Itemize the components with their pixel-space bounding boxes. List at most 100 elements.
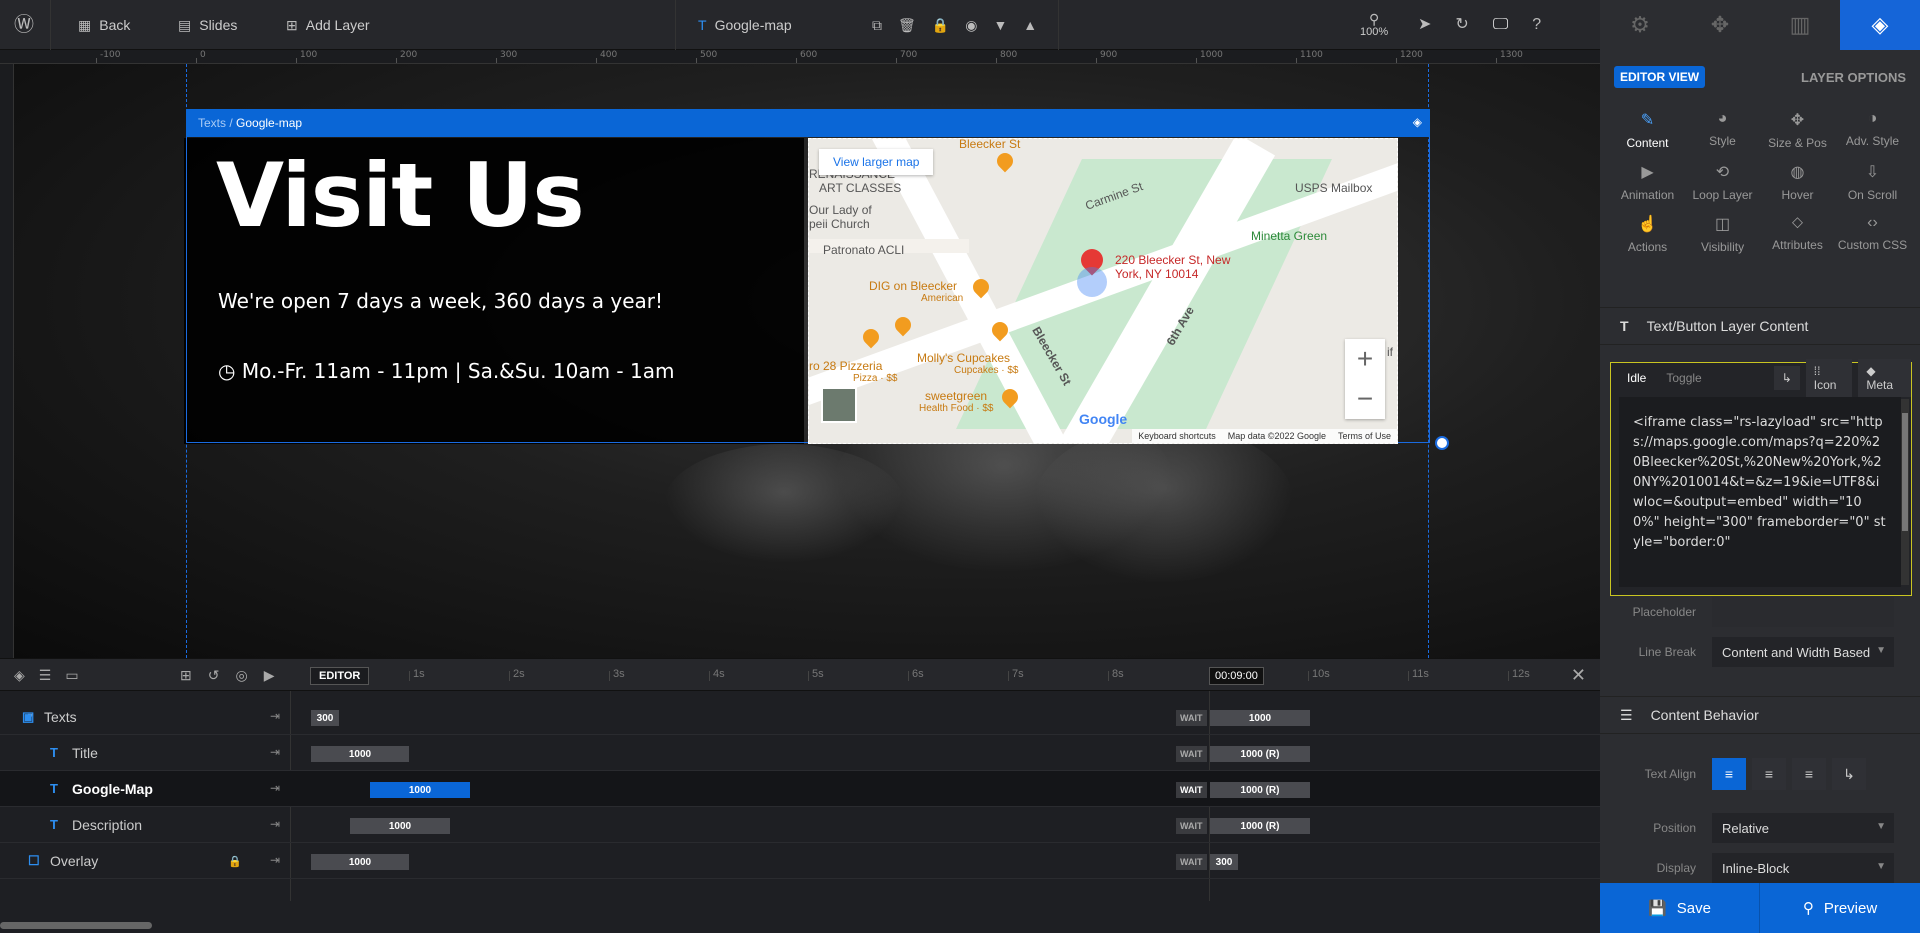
timeline-row[interactable]: T Title ⇥ 1000 WAIT 1000 (R) xyxy=(0,735,1600,771)
zoom-control[interactable]: ⚲ 100% xyxy=(1360,0,1388,50)
layer-content-textarea[interactable]: <iframe class="rs-lazyload" src="https:/… xyxy=(1619,397,1901,587)
zoom-in-button[interactable]: + xyxy=(1345,339,1385,379)
wait-value[interactable]: 1000 (R) xyxy=(1210,818,1310,834)
timeline-row[interactable]: T Google-Map ⇥ 1000 WAIT 1000 (R) xyxy=(0,771,1600,807)
satellite-toggle[interactable] xyxy=(821,387,857,423)
slide-options-icon[interactable]: ▥ xyxy=(1760,0,1840,50)
google-map-layer[interactable]: Bleecker St RENAISSANCE ART CLASSES Our … xyxy=(808,138,1398,444)
zoom-out-button[interactable]: − xyxy=(1345,379,1385,419)
editor-view-badge[interactable]: EDITOR VIEW xyxy=(1614,66,1706,88)
modules-icon[interactable]: ✥ xyxy=(1680,0,1760,50)
meta-button[interactable]: ◆ Meta xyxy=(1858,359,1911,397)
option-hover[interactable]: ◍ Hover xyxy=(1760,162,1835,202)
speed-icon[interactable]: ◎ xyxy=(235,667,247,684)
settings-gear-icon[interactable]: ⚙ xyxy=(1600,0,1680,50)
list-icon[interactable]: ☰ xyxy=(39,667,52,684)
delete-icon[interactable]: 🗑 xyxy=(898,18,916,32)
folder-icon[interactable]: ▭ xyxy=(65,667,78,684)
wait-value[interactable]: 1000 (R) xyxy=(1210,782,1310,798)
section-layer-content[interactable]: T Text/Button Layer Content xyxy=(1600,307,1920,345)
align-end-icon[interactable]: ⇥ xyxy=(270,709,280,723)
align-end-icon[interactable]: ⇥ xyxy=(270,745,280,759)
animation-bar[interactable]: 300 xyxy=(311,710,339,726)
wait-label[interactable]: WAIT xyxy=(1176,818,1207,834)
option-size-pos[interactable]: ✥ Size & Pos xyxy=(1760,110,1835,150)
move-up-icon[interactable]: ▲ xyxy=(1023,18,1037,32)
option-loop-layer[interactable]: ⟲ Loop Layer xyxy=(1685,162,1760,202)
wait-value[interactable]: 1000 (R) xyxy=(1210,746,1310,762)
layers-icon[interactable]: ◈ xyxy=(14,667,25,684)
align-left-button[interactable]: ≡ xyxy=(1712,758,1746,790)
wait-label[interactable]: WAIT xyxy=(1176,710,1207,726)
placeholder-field[interactable] xyxy=(1712,597,1894,627)
textarea-scrollbar[interactable] xyxy=(1901,399,1909,585)
align-end-icon[interactable]: ⇥ xyxy=(270,781,280,795)
open-days-text[interactable]: We're open 7 days a week, 360 days a yea… xyxy=(218,289,663,313)
wait-value[interactable]: 300 xyxy=(1210,854,1238,870)
preview-button[interactable]: ⚲ Preview xyxy=(1760,883,1920,933)
group-breadcrumb-bar[interactable]: Texts / Google-map ◈ xyxy=(186,109,1430,137)
section-content-behavior[interactable]: ☰ Content Behavior xyxy=(1600,696,1920,734)
align-end-icon[interactable]: ⇥ xyxy=(270,817,280,831)
slide-canvas[interactable]: Texts / Google-map ◈ Visit Us We're open… xyxy=(14,64,1600,658)
timeline-row[interactable]: ▼ ▣ Texts ⇥ 300 WAIT 1000 xyxy=(0,699,1600,735)
wait-value[interactable]: 1000 xyxy=(1210,710,1310,726)
timeline-row[interactable]: T Description ⇥ 1000 WAIT 1000 (R) xyxy=(0,807,1600,843)
current-layer-name[interactable]: T Google-map xyxy=(698,0,792,50)
wordpress-logo-icon[interactable]: Ⓦ xyxy=(14,0,34,50)
move-down-icon[interactable]: ▼ xyxy=(993,18,1007,32)
align-center-button[interactable]: ≡ xyxy=(1752,758,1786,790)
option-content[interactable]: ✎ Content xyxy=(1610,110,1685,150)
layers-icon[interactable]: ◈ xyxy=(1840,0,1920,50)
align-break-button[interactable]: ↳ xyxy=(1832,758,1866,790)
timeline-row[interactable]: ☐ Overlay 🔒 ⇥ 1000 WAIT 300 xyxy=(0,843,1600,879)
animation-bar[interactable]: 1000 xyxy=(311,746,409,762)
align-right-button[interactable]: ≡ xyxy=(1792,758,1826,790)
lock-icon[interactable]: 🔒 xyxy=(932,18,949,32)
option-attributes[interactable]: ⬦ Attributes xyxy=(1760,214,1835,254)
wait-label[interactable]: WAIT xyxy=(1176,746,1207,762)
page-title[interactable]: Visit Us xyxy=(216,144,585,247)
save-button[interactable]: 💾 Save xyxy=(1600,883,1760,933)
cursor-icon[interactable]: ➤ xyxy=(1418,17,1431,33)
option-actions[interactable]: ☝ Actions xyxy=(1610,214,1685,254)
play-icon[interactable]: ▶ xyxy=(264,667,275,684)
lock-icon[interactable]: 🔒 xyxy=(228,855,242,868)
option-custom-css[interactable]: ‹› Custom CSS xyxy=(1835,214,1910,254)
wait-label[interactable]: WAIT xyxy=(1176,854,1207,870)
duplicate-icon[interactable]: ⧉ xyxy=(872,18,882,32)
option-visibility[interactable]: ◫ Visibility xyxy=(1685,214,1760,254)
align-end-icon[interactable]: ⇥ xyxy=(270,853,280,867)
tab-toggle[interactable]: Toggle xyxy=(1658,366,1709,390)
opening-hours-text[interactable]: ◷ Mo.-Fr. 11am - 11pm | Sa.&Su. 10am - 1… xyxy=(218,359,674,383)
view-larger-map-link[interactable]: View larger map xyxy=(819,149,934,175)
option-adv-style[interactable]: ◑ Adv. Style xyxy=(1835,110,1910,150)
time-marker[interactable]: 00:09:00 xyxy=(1209,667,1264,685)
position-select[interactable]: Relative ▼ xyxy=(1712,813,1894,843)
undo-icon[interactable]: ↻ xyxy=(1455,17,1468,33)
slides-button[interactable]: ▤ Slides xyxy=(178,0,237,50)
option-style[interactable]: ◕ Style xyxy=(1685,110,1760,150)
close-icon[interactable]: ✕ xyxy=(1571,665,1586,686)
resize-handle[interactable] xyxy=(1435,436,1449,450)
line-break-select[interactable]: Content and Width Based ▼ xyxy=(1712,637,1894,667)
visibility-eye-icon[interactable]: ◉ xyxy=(965,18,977,32)
tab-idle[interactable]: Idle xyxy=(1619,366,1654,390)
horizontal-scrollbar[interactable] xyxy=(0,922,152,929)
animation-bar[interactable]: 1000 xyxy=(370,782,470,798)
back-button[interactable]: ▦ Back xyxy=(78,0,130,50)
grid-icon[interactable]: ⊞ xyxy=(180,667,192,684)
loop-icon[interactable]: ↺ xyxy=(208,667,220,684)
animation-bar[interactable]: 1000 xyxy=(311,854,409,870)
editor-label[interactable]: EDITOR xyxy=(310,667,370,685)
desktop-view-icon[interactable]: 🖵 xyxy=(1493,17,1508,33)
add-layer-button[interactable]: ⊞ Add Layer xyxy=(286,0,370,50)
layers-icon[interactable]: ◈ xyxy=(1413,115,1422,129)
display-select[interactable]: Inline-Block ▼ xyxy=(1712,853,1894,883)
icon-button[interactable]: ⁞⁞ Icon xyxy=(1805,359,1853,397)
animation-bar[interactable]: 1000 xyxy=(350,818,450,834)
wait-label[interactable]: WAIT xyxy=(1176,782,1207,798)
line-break-icon[interactable]: ↳ xyxy=(1773,366,1800,390)
option-animation[interactable]: ▶ Animation xyxy=(1610,162,1685,202)
help-icon[interactable]: ? xyxy=(1532,17,1541,33)
